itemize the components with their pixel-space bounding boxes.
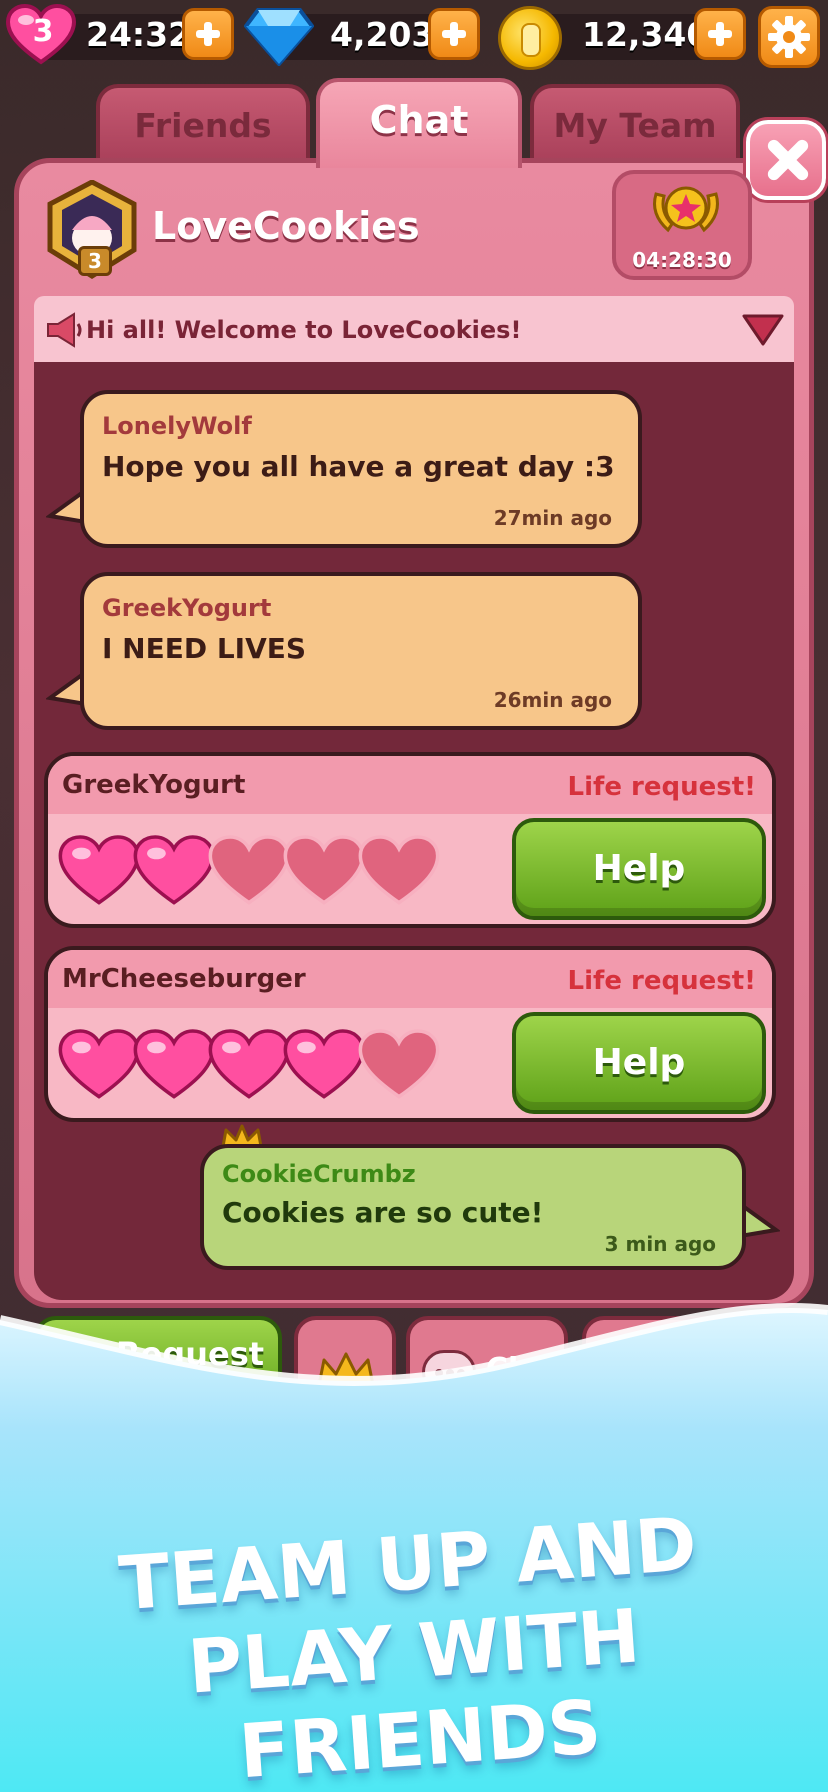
message-text: Hope you all have a great day :3 bbox=[102, 450, 615, 483]
team-level-badge: 3 bbox=[78, 246, 112, 276]
message-sender: CookieCrumbz bbox=[222, 1160, 416, 1188]
life-request-label: Life request! bbox=[567, 966, 756, 996]
laurel-star-icon bbox=[653, 186, 719, 233]
gear-icon bbox=[768, 16, 810, 58]
heart-full-icon bbox=[58, 835, 140, 905]
help-button-label: Help bbox=[592, 848, 686, 889]
heart-full-icon bbox=[133, 835, 215, 905]
message-text: Cookies are so cute! bbox=[222, 1196, 544, 1229]
tab-friends-label: Friends bbox=[134, 106, 272, 145]
tab-my-team[interactable]: My Team bbox=[530, 84, 740, 162]
lives-timer: 24:32 bbox=[86, 15, 192, 54]
help-button-label: Help bbox=[592, 1042, 686, 1083]
chat-message: GreekYogurt I NEED LIVES 26min ago bbox=[80, 572, 642, 730]
heart-full-icon bbox=[133, 1029, 215, 1099]
gem-icon bbox=[244, 8, 314, 66]
life-request-card: MrCheeseburger Life request! Help bbox=[44, 946, 776, 1122]
message-time: 3 min ago bbox=[604, 1232, 716, 1256]
announcement-text: Hi all! Welcome to LoveCookies! bbox=[86, 316, 522, 344]
heart-empty-icon bbox=[358, 835, 440, 905]
lives-count: 3 bbox=[32, 14, 54, 49]
life-request-card: GreekYogurt Life request! Help bbox=[44, 752, 776, 928]
coins-count: 12,340 bbox=[582, 15, 710, 54]
chat-message: LonelyWolf Hope you all have a great day… bbox=[80, 390, 642, 548]
message-time: 27min ago bbox=[493, 506, 612, 530]
bubble-tail bbox=[740, 1201, 780, 1239]
add-gems-button[interactable] bbox=[428, 8, 480, 60]
tab-friends[interactable]: Friends bbox=[96, 84, 310, 162]
message-sender: LonelyWolf bbox=[102, 412, 252, 440]
life-request-sender: GreekYogurt bbox=[62, 770, 246, 800]
event-timer: 04:28:30 bbox=[632, 248, 732, 272]
gems-count: 4,203 bbox=[330, 15, 435, 54]
tab-my-team-label: My Team bbox=[553, 106, 717, 145]
message-sender: GreekYogurt bbox=[102, 594, 272, 622]
team-event-button[interactable]: 04:28:30 bbox=[612, 170, 752, 280]
heart-empty-icon bbox=[283, 835, 365, 905]
top-bar: 3 24:32 4,203 12,340 bbox=[0, 0, 828, 72]
team-name: LoveCookies bbox=[152, 204, 420, 248]
chat-message-own: CookieCrumbz Cookies are so cute! 3 min … bbox=[200, 1144, 746, 1270]
heart-empty-icon bbox=[358, 1029, 440, 1099]
heart-empty-icon bbox=[208, 835, 290, 905]
heart-full-icon bbox=[58, 1029, 140, 1099]
help-button[interactable]: Help bbox=[512, 1012, 766, 1114]
heart-full-icon bbox=[208, 1029, 290, 1099]
coin-icon bbox=[498, 6, 562, 70]
add-lives-button[interactable] bbox=[182, 8, 234, 60]
tab-chat-label: Chat bbox=[369, 98, 469, 142]
announcement-bar[interactable]: Hi all! Welcome to LoveCookies! bbox=[34, 296, 794, 362]
message-text: I NEED LIVES bbox=[102, 632, 307, 665]
message-time: 26min ago bbox=[493, 688, 612, 712]
help-button[interactable]: Help bbox=[512, 818, 766, 920]
heart-full-icon bbox=[283, 1029, 365, 1099]
close-button[interactable] bbox=[746, 120, 826, 200]
life-request-label: Life request! bbox=[567, 772, 756, 802]
tab-chat[interactable]: Chat bbox=[316, 78, 522, 168]
settings-button[interactable] bbox=[758, 6, 820, 68]
dropdown-arrow-icon[interactable] bbox=[740, 310, 786, 350]
add-coins-button[interactable] bbox=[694, 8, 746, 60]
megaphone-icon bbox=[47, 312, 82, 348]
life-request-sender: MrCheeseburger bbox=[62, 964, 306, 994]
